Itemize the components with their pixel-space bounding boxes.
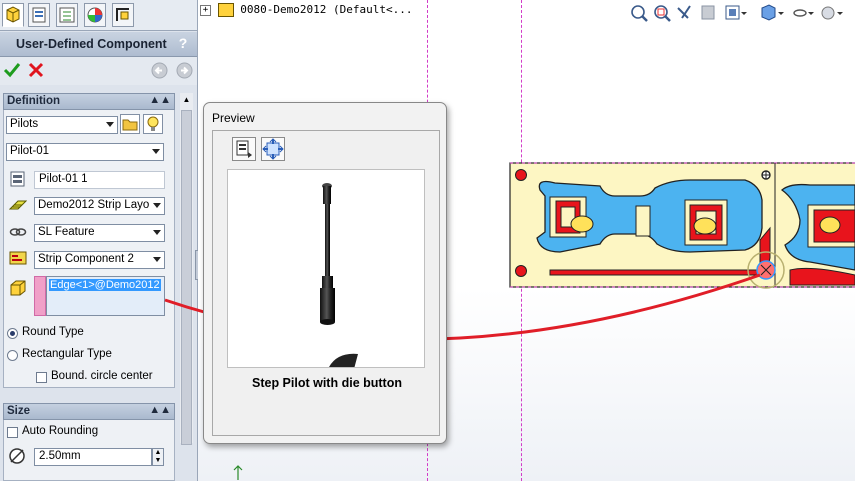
preview-image xyxy=(227,169,425,368)
preview-properties-button[interactable] xyxy=(232,137,256,161)
step-pilot-image xyxy=(320,183,358,367)
pilot-hole[interactable] xyxy=(515,265,527,277)
preview-caption: Step Pilot with die button xyxy=(252,376,402,390)
axis-triad-icon xyxy=(233,465,243,480)
origin-marker xyxy=(761,170,771,180)
preview-content: Step Pilot with die button xyxy=(212,130,440,436)
preview-window: Preview Step Pilot with die button xyxy=(203,102,447,444)
strip-layout[interactable] xyxy=(509,162,855,289)
pilot-hole[interactable] xyxy=(515,169,527,181)
preview-zoom-fit-button[interactable] xyxy=(261,137,285,161)
preview-title: Preview xyxy=(212,111,255,125)
